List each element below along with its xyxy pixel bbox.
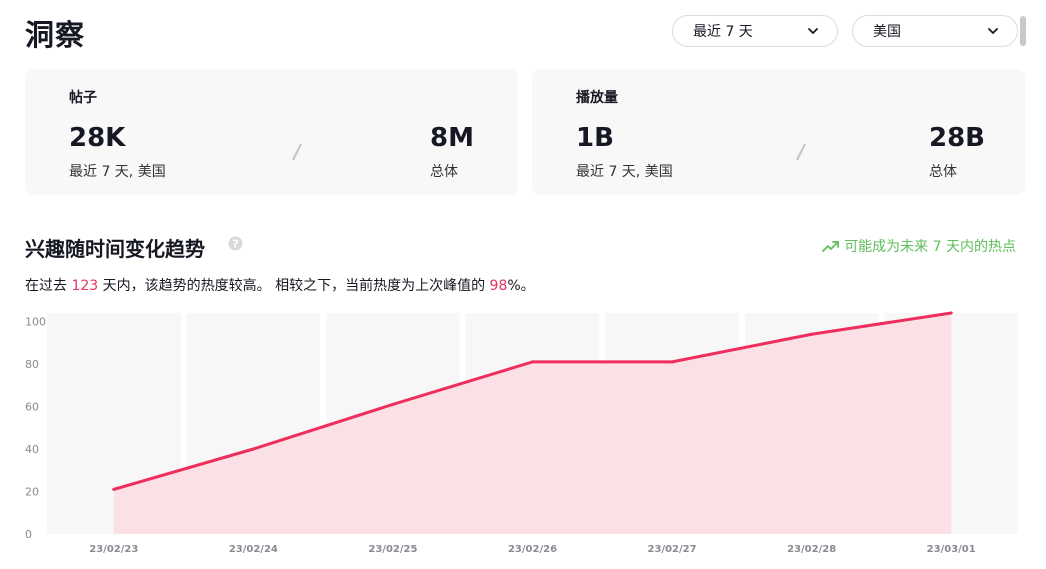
x-tick-label: 23/02/26: [508, 544, 557, 555]
data-point: [112, 487, 116, 491]
trend-peak-percent: 98: [489, 278, 508, 294]
views-total-value: 28B: [929, 123, 985, 153]
trending-up-icon: [822, 241, 840, 252]
y-tick-label: 60: [25, 401, 39, 414]
posts-card-title: 帖子: [69, 90, 97, 106]
region-dropdown[interactable]: 美国: [852, 15, 1018, 47]
trend-desc-prefix: 在过去: [25, 278, 72, 294]
y-tick-label: 100: [25, 316, 46, 329]
data-point: [670, 360, 674, 364]
x-tick-label: 23/02/23: [89, 544, 138, 555]
period-dropdown[interactable]: 最近 7 天: [672, 15, 838, 47]
interest-trend-chart: 0 20 40 60 80 100 23/02/23 23/02/24 23/02/25 23/0…: [25, 311, 1018, 555]
x-tick-label: 23/02/28: [787, 544, 836, 555]
trend-desc-middle: 天内，该趋势的热度较高。 相较之下，当前热度为上次峰值的: [98, 278, 490, 294]
y-tick-label: 0: [25, 528, 32, 541]
period-dropdown-value: 最近 7 天: [693, 24, 753, 40]
trend-section-title: 兴趣随时间变化趋势: [25, 237, 205, 261]
views-card-title: 播放量: [576, 90, 618, 106]
data-point: [391, 402, 395, 406]
posts-recent-label: 最近 7 天, 美国: [69, 164, 166, 180]
svg-text:?: ?: [232, 238, 238, 251]
posts-total-label: 总体: [430, 164, 458, 180]
x-tick-label: 23/02/24: [229, 544, 278, 555]
posts-total-value: 8M: [430, 123, 474, 153]
data-point: [949, 311, 953, 315]
y-tick-label: 40: [25, 443, 39, 456]
divider-slash-icon: [292, 143, 302, 161]
help-icon[interactable]: ?: [228, 236, 243, 251]
divider-slash-icon: [796, 143, 806, 161]
y-tick-label: 80: [25, 358, 39, 371]
x-tick-label: 23/03/01: [927, 544, 976, 555]
trend-days: 123: [71, 278, 99, 294]
trend-description: 在过去 123 天内，该趋势的热度较高。 相较之下，当前热度为上次峰值的 98%…: [25, 275, 535, 295]
trend-hint-text: 可能成为未来 7 天内的热点: [844, 239, 1016, 255]
trend-desc-suffix: %。: [507, 278, 535, 294]
x-tick-label: 23/02/27: [648, 544, 697, 555]
posts-card: 帖子 28K 最近 7 天, 美国 8M 总体: [25, 69, 518, 195]
x-tick-label: 23/02/25: [368, 544, 417, 555]
views-card: 播放量 1B 最近 7 天, 美国 28B 总体: [532, 69, 1025, 195]
data-point: [251, 447, 255, 451]
scrollbar-thumb[interactable]: [1020, 16, 1026, 46]
trend-hint: 可能成为未来 7 天内的热点: [822, 236, 1016, 256]
page-title: 洞察: [25, 18, 86, 52]
chevron-down-icon: [808, 28, 818, 34]
data-point: [810, 332, 814, 336]
views-recent-value: 1B: [576, 123, 614, 153]
views-total-label: 总体: [929, 164, 957, 180]
region-dropdown-value: 美国: [873, 24, 901, 40]
chevron-down-icon: [988, 28, 998, 34]
y-tick-label: 20: [25, 486, 39, 499]
posts-recent-value: 28K: [69, 123, 126, 153]
views-recent-label: 最近 7 天, 美国: [576, 164, 673, 180]
data-point: [531, 360, 534, 364]
